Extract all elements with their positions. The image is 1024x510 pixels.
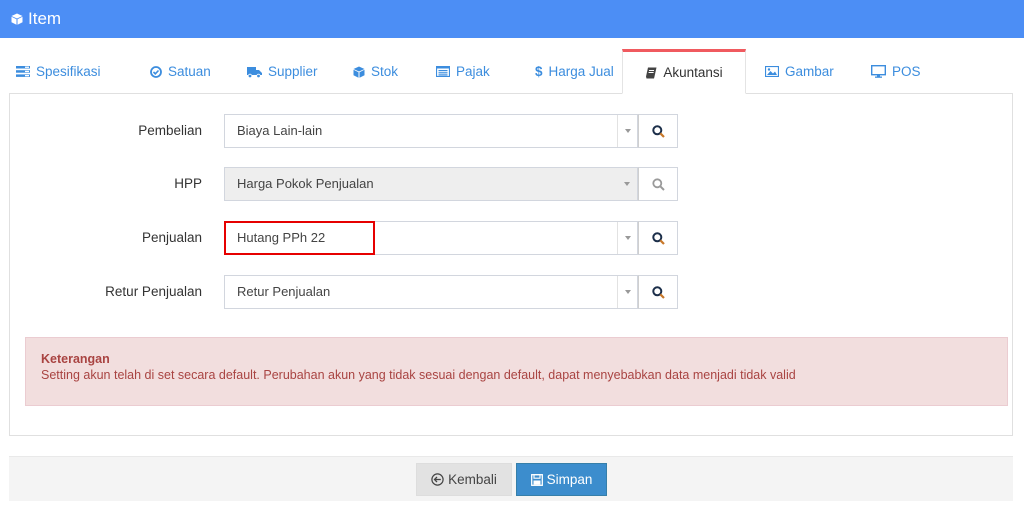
check-circle-icon — [150, 65, 162, 78]
form-row-hpp: HPP Harga Pokok Penjualan — [10, 167, 1012, 201]
cube-icon — [353, 66, 365, 78]
cube-icon — [11, 13, 23, 25]
field-label: HPP — [174, 176, 202, 191]
hpp-search-button — [638, 167, 678, 201]
tab-pos[interactable]: POS — [871, 49, 921, 94]
dollar-icon: $ — [535, 64, 543, 79]
page-title: Item — [28, 9, 62, 28]
field-label: Pembelian — [138, 123, 202, 138]
tab-pajak[interactable]: Pajak — [436, 49, 490, 94]
back-button[interactable]: Kembali — [416, 463, 512, 496]
retur-penjualan-select[interactable]: Retur Penjualan — [224, 275, 638, 309]
tab-label: Stok — [371, 64, 399, 79]
footer-bar: Kembali Simpan — [9, 456, 1013, 501]
select-value: Harga Pokok Penjualan — [237, 176, 374, 191]
tab-bar: Spesifikasi Satuan Supplier Stok Pajak $… — [10, 49, 1014, 94]
field-label: Retur Penjualan — [105, 284, 202, 299]
tab-gambar[interactable]: Gambar — [765, 49, 834, 94]
tab-akuntansi[interactable]: Akuntansi — [622, 49, 746, 94]
search-icon — [651, 231, 665, 245]
monitor-icon — [871, 65, 886, 78]
dropdown-arrow[interactable] — [617, 115, 637, 147]
arrow-circle-left-icon — [431, 473, 444, 486]
caret-down-icon — [624, 182, 630, 186]
select-value: Hutang PPh 22 — [237, 230, 326, 245]
form-row-pembelian: Pembelian Biaya Lain-lain — [10, 114, 1012, 148]
hpp-select: Harga Pokok Penjualan — [224, 167, 638, 201]
tab-label: Akuntansi — [663, 65, 723, 80]
tab-label: Gambar — [785, 64, 834, 79]
info-alert: Keterangan Setting akun telah di set sec… — [25, 337, 1008, 406]
tab-label: Spesifikasi — [36, 64, 101, 79]
search-icon — [651, 285, 665, 299]
form-row-retur-penjualan: Retur Penjualan Retur Penjualan — [10, 275, 1012, 309]
caret-down-icon — [624, 290, 631, 294]
tab-label: Supplier — [268, 64, 318, 79]
tab-supplier[interactable]: Supplier — [247, 49, 318, 94]
list-icon — [16, 66, 30, 77]
penjualan-select[interactable]: Hutang PPh 22 — [224, 221, 638, 255]
image-icon — [765, 66, 779, 77]
book-icon — [646, 67, 657, 78]
pembelian-select[interactable]: Biaya Lain-lain — [224, 114, 638, 148]
alert-message: Setting akun telah di set secara default… — [41, 368, 796, 382]
header-bar: Item — [0, 0, 1024, 38]
search-icon — [651, 124, 665, 138]
penjualan-search-button[interactable] — [638, 221, 678, 255]
save-label: Simpan — [546, 472, 593, 487]
tab-satuan[interactable]: Satuan — [150, 49, 211, 94]
tab-label: Satuan — [168, 64, 211, 79]
tab-label: Harga Jual — [548, 64, 614, 79]
retur-penjualan-search-button[interactable] — [638, 275, 678, 309]
list-alt-icon — [436, 66, 450, 77]
search-icon — [651, 177, 665, 191]
tab-label: POS — [892, 64, 921, 79]
dropdown-arrow[interactable] — [617, 276, 637, 308]
truck-icon — [247, 66, 262, 78]
pembelian-search-button[interactable] — [638, 114, 678, 148]
tab-stok[interactable]: Stok — [353, 49, 398, 94]
akuntansi-panel: Pembelian Biaya Lain-lain HPP Harga Poko… — [9, 93, 1013, 436]
select-value: Biaya Lain-lain — [237, 123, 323, 138]
caret-down-icon — [624, 129, 631, 133]
form-row-penjualan: Penjualan Hutang PPh 22 — [10, 221, 1012, 255]
dropdown-arrow[interactable] — [617, 222, 637, 254]
save-button[interactable]: Simpan — [516, 463, 607, 496]
back-label: Kembali — [448, 472, 497, 487]
select-value: Retur Penjualan — [237, 284, 331, 299]
tab-spesifikasi[interactable]: Spesifikasi — [16, 49, 101, 94]
dropdown-arrow — [617, 168, 637, 200]
tab-harga-jual[interactable]: $ Harga Jual — [535, 49, 614, 94]
caret-down-icon — [624, 236, 631, 240]
tab-label: Pajak — [456, 64, 490, 79]
floppy-disk-icon — [530, 473, 543, 486]
alert-heading: Keterangan — [41, 352, 110, 366]
field-label: Penjualan — [141, 230, 202, 245]
